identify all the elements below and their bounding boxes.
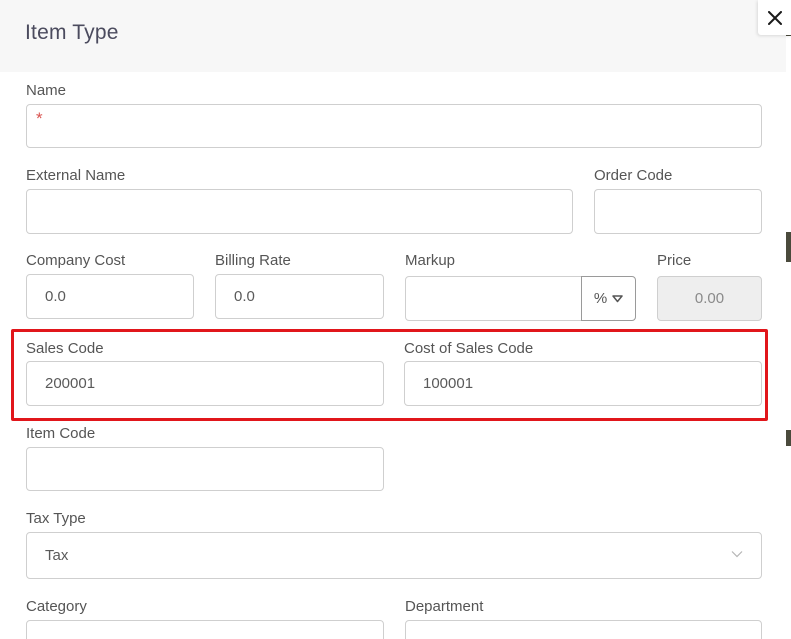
external-name-input[interactable] (26, 189, 573, 234)
cost-of-sales-code-value: 100001 (423, 375, 474, 392)
category-label: Category (26, 598, 87, 615)
backdrop (786, 0, 791, 639)
markup-input[interactable] (405, 276, 582, 321)
backdrop-gap (786, 262, 791, 430)
price-value: 0.00 (694, 290, 725, 307)
item-code-label: Item Code (26, 425, 96, 442)
backdrop-gap (786, 36, 791, 232)
cost-of-sales-code-input[interactable]: 100001 (404, 361, 762, 406)
tax-type-select[interactable]: Tax (26, 532, 762, 579)
name-label: Name (26, 82, 67, 99)
billing-rate-label: Billing Rate (215, 252, 291, 269)
price-label: Price (657, 252, 692, 269)
order-code-input[interactable] (594, 189, 762, 234)
item-code-input[interactable] (26, 447, 384, 491)
backdrop-gap (786, 446, 791, 639)
dialog-header: Item Type (0, 0, 786, 72)
company-cost-input[interactable]: 0.0 (26, 274, 194, 319)
external-name-label: External Name (26, 167, 126, 184)
dialog-title: Item Type (25, 21, 119, 44)
item-type-dialog: Item Type Name * External Name Order Cod… (0, 0, 786, 639)
department-label: Department (405, 598, 484, 615)
company-cost-value: 0.0 (45, 288, 66, 305)
markup-unit-select[interactable]: % (581, 276, 636, 321)
company-cost-label: Company Cost (26, 252, 126, 269)
billing-rate-value: 0.0 (234, 288, 255, 305)
department-select[interactable] (405, 620, 762, 639)
close-button[interactable] (758, 0, 791, 35)
sales-code-label: Sales Code (26, 340, 104, 357)
sales-code-value: 200001 (45, 375, 96, 392)
tax-type-label: Tax Type (26, 510, 86, 527)
cost-of-sales-code-label: Cost of Sales Code (404, 340, 534, 357)
order-code-label: Order Code (594, 167, 673, 184)
name-input[interactable]: * (26, 104, 762, 148)
required-marker: * (36, 109, 43, 128)
sales-code-input[interactable]: 200001 (26, 361, 384, 406)
billing-rate-input[interactable]: 0.0 (215, 274, 384, 319)
markup-label: Markup (405, 252, 456, 269)
chevron-down-icon (731, 551, 743, 558)
caret-down-icon (612, 294, 623, 302)
tax-type-value: Tax (45, 547, 69, 564)
close-icon (767, 10, 782, 25)
markup-unit-value: % (593, 290, 608, 307)
price-input: 0.00 (657, 276, 762, 321)
category-select[interactable] (26, 620, 384, 639)
